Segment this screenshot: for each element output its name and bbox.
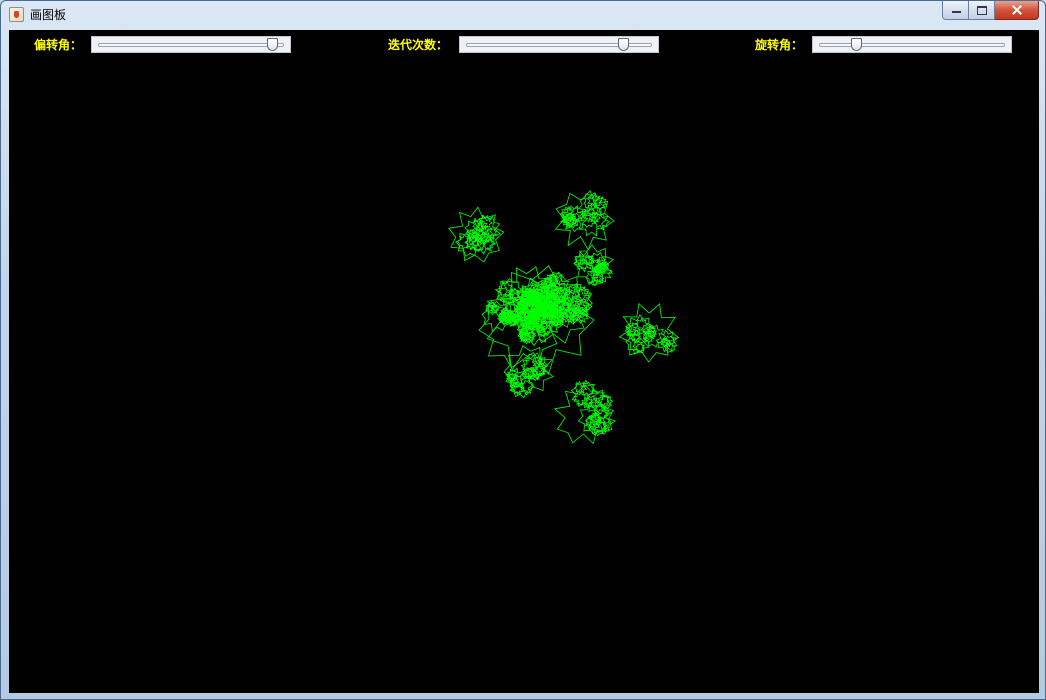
deflection-angle-label: 偏转角：: [34, 38, 83, 52]
fractal-curve: [580, 381, 595, 397]
slider-track: [819, 43, 1005, 47]
rotation-angle-label: 旋转角：: [755, 38, 804, 52]
close-button[interactable]: [995, 1, 1039, 20]
drawing-canvas[interactable]: 偏转角： 迭代次数： 旋转角：: [9, 30, 1039, 693]
fractal-drawing: [448, 189, 680, 445]
iteration-count-slider[interactable]: [459, 36, 659, 53]
minimize-button[interactable]: [942, 1, 969, 20]
window-title: 画图板: [30, 8, 67, 22]
slider-track: [98, 43, 284, 47]
slider-thumb[interactable]: [617, 38, 629, 51]
fractal-curve: [553, 384, 615, 445]
rotation-angle-slider[interactable]: [812, 36, 1012, 53]
window-controls: [942, 1, 1039, 21]
slider-thumb[interactable]: [266, 38, 278, 51]
deflection-angle-slider[interactable]: [91, 36, 291, 53]
maximize-button[interactable]: [969, 1, 995, 20]
java-cup-icon: [9, 7, 24, 22]
iteration-count-label: 迭代次数：: [388, 38, 449, 52]
title-bar[interactable]: 画图板: [1, 1, 1045, 29]
app-window: 画图板 偏转角： 迭代次数： 旋转角：: [0, 0, 1046, 700]
slider-thumb[interactable]: [850, 38, 862, 51]
